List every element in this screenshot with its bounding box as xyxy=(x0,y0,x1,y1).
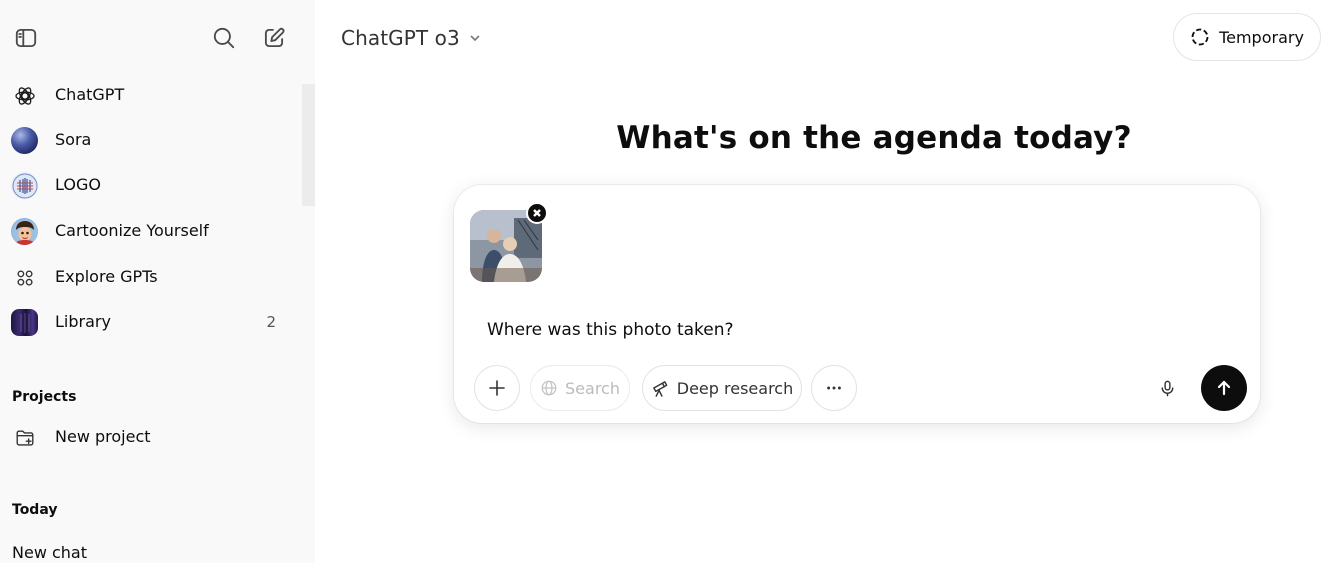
deep-research-button[interactable]: Deep research xyxy=(642,365,802,411)
sora-avatar xyxy=(11,127,38,154)
openai-logo-icon xyxy=(11,82,38,109)
new-project-button[interactable]: New project xyxy=(8,417,292,457)
search-tool-label: Search xyxy=(565,378,620,398)
new-folder-icon xyxy=(11,424,38,451)
sidebar-item-label: Cartoonize Yourself xyxy=(55,221,209,240)
new-chat-button[interactable] xyxy=(256,20,292,56)
sidebar-scrollbar[interactable] xyxy=(302,84,315,206)
logo-gpt-avatar xyxy=(11,172,38,199)
dashed-circle-icon xyxy=(1191,28,1209,46)
more-horizontal-icon xyxy=(827,386,841,390)
sidebar-item-label: LOGO xyxy=(55,175,101,194)
grid-icon xyxy=(11,264,38,291)
telescope-icon xyxy=(652,380,668,397)
sidebar-item-cartoonize-yourself[interactable]: Cartoonize Yourself xyxy=(8,211,292,251)
dictate-button[interactable] xyxy=(1144,365,1190,411)
model-selector[interactable]: ChatGPT o3 xyxy=(341,22,482,54)
main-area: ChatGPT o3 Temporary What's on the agend… xyxy=(315,0,1323,563)
model-name: ChatGPT o3 xyxy=(341,26,460,50)
chevron-down-icon xyxy=(470,35,480,42)
composer: Where was this photo taken? Search Deep … xyxy=(454,185,1260,423)
page-headline: What's on the agenda today? xyxy=(616,120,1132,156)
sidebar-item-label: Sora xyxy=(55,130,92,149)
library-thumbnail xyxy=(11,309,38,336)
today-section-title: Today xyxy=(12,502,58,518)
search-icon xyxy=(213,27,235,49)
more-tools-button[interactable] xyxy=(811,365,857,411)
remove-attachment-button[interactable] xyxy=(526,202,548,224)
sidebar-item-logo[interactable]: LOGO xyxy=(8,165,292,205)
new-project-label: New project xyxy=(55,427,151,446)
deep-research-label: Deep research xyxy=(676,378,794,398)
temporary-label: Temporary xyxy=(1219,27,1304,47)
sidebar-item-library[interactable]: Library 2 xyxy=(8,302,292,342)
sidebar-item-label: Explore GPTs xyxy=(55,267,158,286)
send-button[interactable] xyxy=(1201,365,1247,411)
history-item-new-chat[interactable]: New chat xyxy=(12,543,87,562)
sidebar: ChatGPT Sora LOGO Cartoonize Yourself Ex… xyxy=(0,0,315,563)
search-tool-button[interactable]: Search xyxy=(530,365,630,411)
prompt-input[interactable]: Where was this photo taken? xyxy=(487,320,734,340)
sidebar-header xyxy=(0,0,315,72)
sidebar-item-chatgpt[interactable]: ChatGPT xyxy=(8,75,292,115)
sidebar-item-label: ChatGPT xyxy=(55,85,125,104)
arrow-up-icon xyxy=(1217,380,1231,396)
sidebar-item-sora[interactable]: Sora xyxy=(8,120,292,160)
search-chats-button[interactable] xyxy=(206,20,242,56)
globe-icon xyxy=(541,380,557,396)
sidebar-toggle-button[interactable] xyxy=(8,20,44,56)
sidebar-toggle-icon xyxy=(15,28,37,48)
library-count-badge: 2 xyxy=(266,313,276,331)
new-chat-icon xyxy=(264,27,285,48)
cartoonize-gpt-avatar xyxy=(11,218,38,245)
sidebar-item-explore-gpts[interactable]: Explore GPTs xyxy=(8,257,292,297)
microphone-icon xyxy=(1161,380,1173,396)
close-icon xyxy=(533,209,541,217)
add-attachment-button[interactable] xyxy=(474,365,520,411)
sidebar-item-label: Library xyxy=(55,312,111,331)
plus-icon xyxy=(489,380,505,396)
projects-section-title: Projects xyxy=(12,389,77,405)
temporary-chat-button[interactable]: Temporary xyxy=(1173,13,1321,61)
